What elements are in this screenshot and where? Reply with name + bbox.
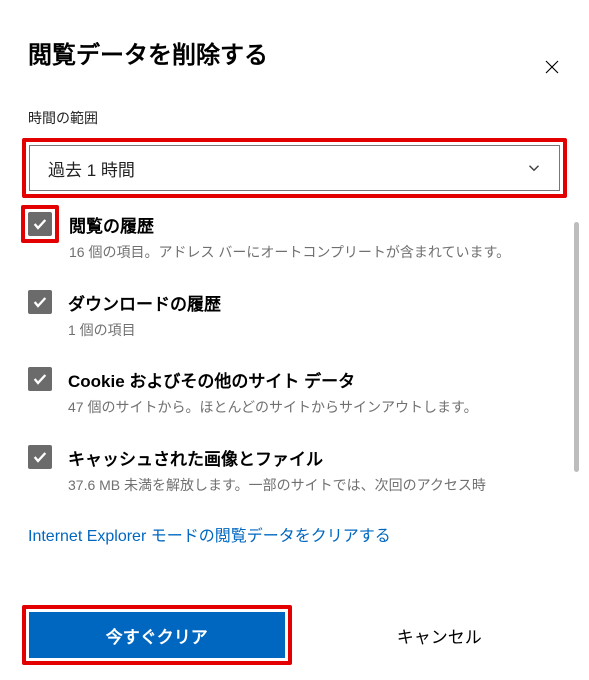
checkbox-browsing-history[interactable] [28,212,52,236]
time-range-label: 時間の範囲 [28,108,589,128]
close-icon [543,58,561,76]
chevron-down-icon [525,159,543,177]
checkbox-download-history[interactable] [28,290,52,314]
scrollbar[interactable] [574,222,579,472]
check-icon [32,216,48,232]
checkbox-cookies[interactable] [28,367,52,391]
ie-mode-link[interactable]: Internet Explorer モードの閲覧データをクリアする [28,522,589,546]
checkbox-highlight [21,205,59,243]
button-row: 今すぐクリア キャンセル [22,605,567,665]
cancel-button[interactable]: キャンセル [312,612,568,658]
time-range-highlight: 過去 1 時間 [22,138,567,198]
item-desc: 37.6 MB 未満を解放します。一部のサイトでは、次回のアクセス時 [68,476,486,496]
item-desc: 47 個のサイトから。ほとんどのサイトからサインアウトします。 [68,398,478,418]
dialog-title: 閲覧データを削除する [28,35,589,70]
item-desc: 1 個の項目 [68,321,221,341]
list-item: ダウンロードの履歴 1 個の項目 [28,290,579,341]
item-title: ダウンロードの履歴 [68,290,221,315]
data-type-list: 閲覧の履歴 16 個の項目。アドレス バーにオートコンプリートが含まれています。… [28,212,579,495]
close-button[interactable] [540,55,564,79]
list-item: キャッシュされた画像とファイル 37.6 MB 未満を解放します。一部のサイトで… [28,445,579,496]
list-item: 閲覧の履歴 16 個の項目。アドレス バーにオートコンプリートが含まれています。 [28,212,579,263]
checkbox-cached-images[interactable] [28,445,52,469]
item-title: キャッシュされた画像とファイル [68,445,486,470]
clear-button-highlight: 今すぐクリア [22,605,292,665]
item-title: Cookie およびその他のサイト データ [68,367,478,392]
check-icon [32,294,48,310]
item-title: 閲覧の履歴 [69,212,510,237]
item-desc: 16 個の項目。アドレス バーにオートコンプリートが含まれています。 [69,243,510,263]
time-range-select[interactable]: 過去 1 時間 [29,145,560,191]
check-icon [32,371,48,387]
time-range-value: 過去 1 時間 [48,156,135,181]
clear-now-button[interactable]: 今すぐクリア [29,612,285,658]
check-icon [32,449,48,465]
list-item: Cookie およびその他のサイト データ 47 個のサイトから。ほとんどのサイ… [28,367,579,418]
